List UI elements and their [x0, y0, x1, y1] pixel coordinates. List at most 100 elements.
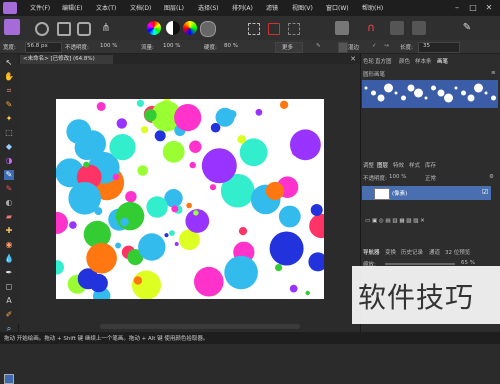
tab-layers[interactable]: 图层 [377, 161, 388, 169]
brush-sample [394, 91, 398, 95]
marquee-icon[interactable] [248, 23, 260, 35]
opacity-value[interactable]: 100 % [100, 43, 117, 49]
deselect-icon[interactable] [268, 23, 280, 35]
brush-sample [491, 95, 496, 101]
menu-document[interactable]: 文档(D) [130, 3, 151, 12]
tab-swatches[interactable]: 样本条 [415, 57, 432, 65]
brush-icon[interactable]: ✎ [316, 43, 321, 49]
brush-settings-icon[interactable]: ✎ [460, 21, 474, 35]
wet-edges-checkbox[interactable] [338, 42, 348, 53]
tab-brushes[interactable]: 画笔 [437, 57, 448, 65]
paint-dot [215, 107, 235, 127]
hardness-value[interactable]: 80 % [224, 43, 238, 49]
tab-adjustments[interactable]: 调整 [363, 161, 374, 169]
horizontal-scrollbar[interactable] [100, 324, 300, 329]
document-tab[interactable]: <未命名> [已修改] (64.8%) [20, 55, 113, 64]
layer-lock-icon[interactable]: ⚙ [489, 174, 494, 180]
dodge-tool-icon[interactable]: ◐ [4, 198, 14, 208]
fill-tool-icon[interactable]: ◆ [4, 142, 14, 152]
canvas[interactable] [56, 99, 324, 299]
pressure-icon[interactable]: ✓ [372, 43, 377, 49]
clone-tool-icon[interactable]: ✚ [4, 226, 14, 236]
brush-sample [484, 91, 488, 95]
paint-dot [69, 221, 77, 229]
snapping-icon[interactable] [335, 21, 349, 35]
persona-photo-icon[interactable] [4, 19, 20, 35]
blur-tool-icon[interactable]: 💧 [4, 254, 14, 264]
magnet-icon[interactable]: ∩ [364, 21, 378, 35]
tone-map-persona-icon[interactable] [77, 22, 91, 36]
flow-value[interactable]: 100 % [163, 43, 180, 49]
color-wheel-icon[interactable] [147, 21, 161, 35]
view-tool-icon[interactable]: ✋ [4, 72, 14, 82]
tab-stock[interactable]: 库存 [425, 161, 436, 169]
levels-icon[interactable] [200, 21, 216, 37]
paint-dot [189, 161, 196, 169]
red-eye-tool-icon[interactable]: ◉ [4, 240, 14, 250]
marquee-tool-icon[interactable]: ⬚ [4, 128, 14, 138]
tab-colour[interactable]: 颜色 [399, 57, 410, 65]
menu-help[interactable]: 帮助(H) [362, 3, 383, 12]
develop-persona-icon[interactable] [57, 22, 71, 36]
tab-navigator[interactable]: 导航器 [363, 248, 380, 256]
blend-mode-select[interactable]: 正常 [425, 174, 436, 182]
tab-color-wheel[interactable]: 色轮 [363, 57, 374, 65]
crop-tool-icon[interactable]: ⌗ [4, 86, 14, 96]
menu-window[interactable]: 窗口(W) [326, 3, 349, 12]
primary-color-swatch[interactable] [4, 374, 14, 384]
liquify-persona-icon[interactable] [35, 22, 49, 36]
tab-history[interactable]: 历史记录 [401, 248, 423, 256]
menu-text[interactable]: 文本(T) [96, 3, 116, 12]
menu-edit[interactable]: 编辑(E) [62, 3, 82, 12]
menu-file[interactable]: 文件(F) [30, 3, 50, 12]
tab-32bit-preview[interactable]: 32 位预览 [445, 248, 470, 256]
layer-visibility-checkbox[interactable]: ☑ [482, 188, 488, 196]
menu-view[interactable]: 视图(V) [292, 3, 313, 12]
menu-filters[interactable]: 滤镜 [266, 3, 278, 12]
tab-effects[interactable]: 特效 [393, 161, 404, 169]
length-label: 长度: [400, 45, 413, 51]
layer-actions-icons[interactable]: ▭ ▣ ◎ ▤ ▥ ▦ ▧ ▨ ✕ [365, 218, 425, 224]
zoom-slider[interactable] [385, 263, 455, 265]
color-picker-icon[interactable]: ✐ [4, 310, 14, 320]
pixel-tool-icon[interactable]: ✎ [4, 184, 14, 194]
menu-select[interactable]: 选择(S) [198, 3, 219, 12]
close-document-icon[interactable]: ✕ [350, 55, 356, 63]
paint-dot [174, 104, 202, 132]
opacity-label: 不透明度: [65, 45, 89, 51]
minimize-icon[interactable]: – [450, 2, 464, 13]
paint-dot [154, 281, 160, 286]
stabilizer-icon[interactable]: ↝ [384, 43, 389, 49]
color-balance-icon[interactable] [183, 21, 197, 35]
paint-dot [86, 242, 117, 274]
share-icon[interactable]: ⋔ [99, 21, 113, 35]
brush-sample [467, 94, 475, 102]
erase-tool-icon[interactable]: ▰ [4, 212, 14, 222]
tab-histogram[interactable]: 直方图 [375, 57, 392, 65]
pen-tool-icon[interactable]: ✒ [4, 268, 14, 278]
selection-brush-icon[interactable]: ✎ [4, 100, 14, 110]
shape-tool-icon[interactable]: ◻ [4, 282, 14, 292]
invert-selection-icon[interactable] [288, 23, 300, 35]
brush-category[interactable]: 圆形画笔 [363, 70, 385, 78]
brush-menu-icon[interactable]: ≡ [491, 70, 496, 76]
layer-opacity-value[interactable]: 100 % [389, 174, 406, 180]
view-mode-icon[interactable] [412, 21, 426, 35]
tab-styles[interactable]: 样式 [409, 161, 420, 169]
close-icon[interactable]: ✕ [482, 2, 496, 13]
text-tool-icon[interactable]: A [4, 296, 14, 306]
flood-select-icon[interactable]: ✦ [4, 114, 14, 124]
paint-brush-icon[interactable]: ✎ [4, 170, 14, 180]
assistant-icon[interactable] [390, 21, 404, 35]
paint-dot [144, 109, 157, 122]
contrast-icon[interactable] [166, 21, 180, 35]
menu-arrange[interactable]: 排列(A) [232, 3, 253, 12]
brush-presets-strip[interactable] [362, 80, 498, 108]
tab-transform[interactable]: 变换 [385, 248, 396, 256]
move-tool-icon[interactable]: ↖ [4, 58, 14, 68]
maximize-icon[interactable]: □ [466, 2, 480, 13]
paint-dot [186, 202, 192, 209]
tab-channels[interactable]: 通道 [429, 248, 440, 256]
gradient-tool-icon[interactable]: ◑ [4, 156, 14, 166]
menu-layer[interactable]: 图层(L) [164, 3, 184, 12]
